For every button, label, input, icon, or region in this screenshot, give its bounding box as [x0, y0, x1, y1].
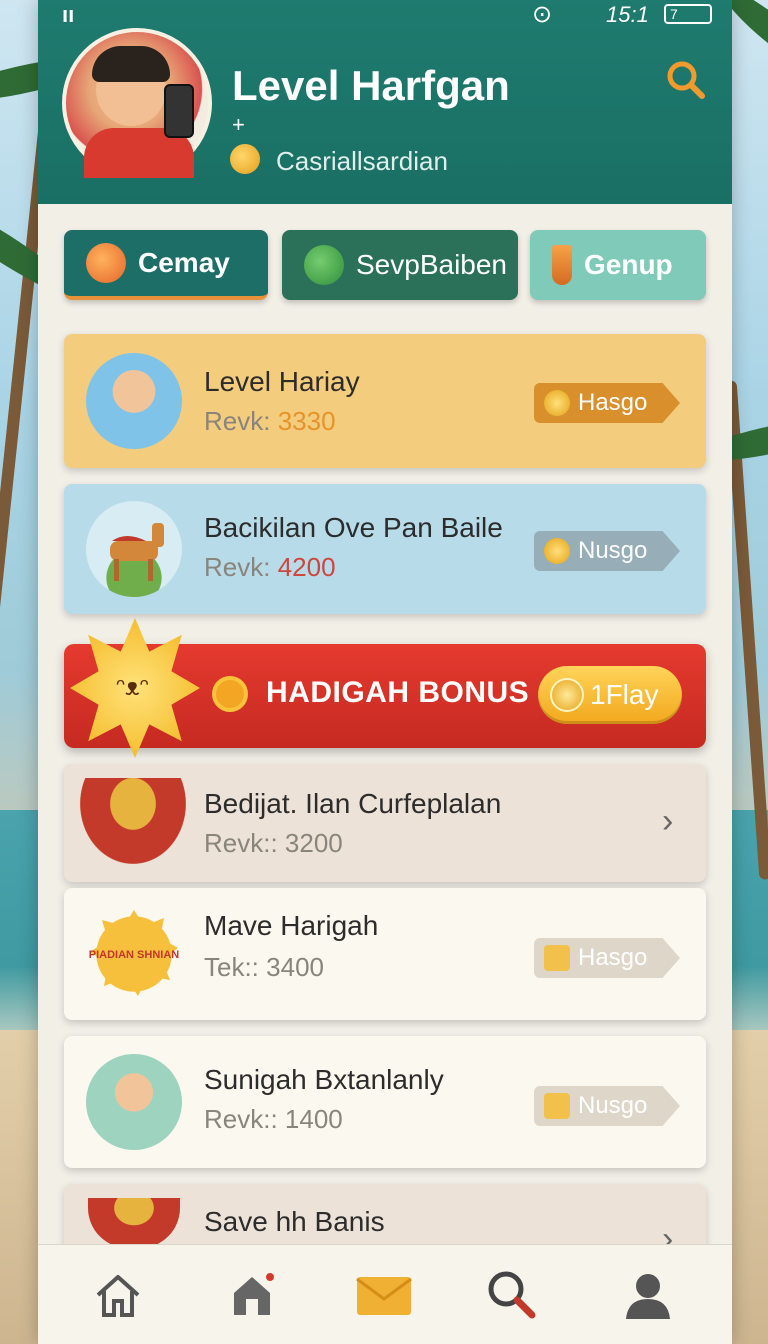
store-icon — [234, 1271, 276, 1315]
search-button[interactable] — [664, 58, 708, 102]
coin-icon — [550, 678, 584, 712]
avatar[interactable] — [62, 28, 212, 178]
search-icon — [667, 61, 705, 99]
tab-label: Genup — [584, 249, 673, 280]
shell-icon — [86, 243, 126, 283]
list-item[interactable]: Bacikilan Ove Pan Baile Revk: 4200 Nusgo — [64, 484, 706, 614]
tab-label: SevpBaiben — [356, 249, 508, 280]
play-label: 1Flay — [590, 679, 659, 710]
deer-thumbnail — [86, 501, 182, 597]
star-icon — [544, 538, 570, 564]
list-item[interactable]: PIADIAN SHNIAN Mave Harigah Tek:: 3400 H… — [64, 888, 706, 1020]
action-label: Nusgo — [578, 1092, 648, 1119]
tab-genup[interactable]: Genup — [530, 230, 706, 300]
item-meta: Revk:: 3200 — [204, 828, 343, 859]
action-label: Hasgo — [578, 944, 648, 971]
search-icon — [488, 1271, 536, 1319]
battery-icon: 7 — [664, 4, 712, 24]
app-panel: Level Harfgan + Casriallsardian Cemay Se… — [38, 0, 732, 1344]
item-title: Sunigah Bxtanlanly — [204, 1064, 444, 1095]
sale-badge-text: PIADIAN SHNIAN — [89, 949, 180, 961]
tab-cemay[interactable]: Cemay — [64, 230, 268, 300]
profile-icon — [626, 1274, 670, 1319]
item-meta: Revk:: 1400 — [204, 1104, 343, 1135]
item-title: Bacikilan Ove Pan Baile — [204, 512, 503, 543]
tab-sevpbaiben[interactable]: SevpBaiben — [282, 230, 518, 300]
chevron-right-icon[interactable]: › — [662, 802, 673, 841]
meta-label: Revk: — [204, 552, 271, 582]
mail-icon — [356, 1277, 412, 1315]
gift-icon — [544, 945, 570, 971]
plant-icon — [304, 245, 344, 285]
plus-icon: + — [232, 112, 245, 137]
meta-label: Revk: — [204, 406, 271, 436]
hasgo-button[interactable]: Hasgo — [534, 383, 680, 423]
item-title: Bedijat. Ilan Curfeplalan — [204, 788, 502, 819]
nav-profile[interactable] — [620, 1267, 676, 1323]
status-bar: ıı ⊙ 15:1 7 — [0, 0, 768, 28]
boy-thumbnail — [86, 1054, 182, 1150]
item-meta: Revk: 3330 — [204, 406, 336, 437]
meta-label: Revk:: — [204, 828, 278, 858]
status-time: 15:1 — [606, 2, 649, 27]
page-title: Level Harfgan — [232, 62, 510, 109]
page-subtitle: Casriallsardian — [276, 146, 448, 176]
meta-value: 3200 — [284, 828, 343, 858]
gift-icon — [544, 1093, 570, 1119]
sale-badge-thumbnail: PIADIAN SHNIAN — [86, 906, 182, 1002]
item-title: Save hh Banis — [204, 1206, 385, 1237]
nav-store[interactable] — [224, 1267, 280, 1323]
sun-icon — [212, 676, 248, 712]
item-title: Mave Harigah — [204, 910, 379, 941]
action-label: Nusgo — [578, 537, 648, 564]
nav-mail[interactable] — [354, 1267, 414, 1323]
bonus-banner[interactable]: ᵔᴥᵔ HADIGAH BONUS 1Flay — [64, 618, 706, 758]
home-icon — [96, 1275, 140, 1317]
bonus-title: HADIGAH BONUS — [266, 676, 530, 709]
item-title: Level Hariay — [204, 366, 360, 397]
food-bowl-thumbnail — [80, 778, 186, 864]
lightbulb-icon — [230, 144, 260, 174]
signal-icon: ıı — [62, 2, 75, 27]
nusgo-button[interactable]: Nusgo — [534, 531, 680, 571]
list-item[interactable]: Sunigah Bxtanlanly Revk:: 1400 Nusgo — [64, 1036, 706, 1168]
meta-label: Tek:: — [204, 952, 259, 982]
profile-header: Level Harfgan + Casriallsardian — [38, 0, 732, 204]
list-item[interactable]: Level Hariay Revk: 3330 Hasgo — [64, 334, 706, 468]
play-button[interactable]: 1Flay — [538, 666, 682, 724]
nusgo-button[interactable]: Nusgo — [534, 1086, 680, 1126]
item-meta: Revk: 4200 — [204, 552, 336, 583]
category-tabs: Cemay SevpBaiben Genup — [64, 230, 706, 302]
tab-label: Cemay — [138, 247, 230, 278]
item-meta: Tek:: 3400 — [204, 952, 324, 983]
nav-search[interactable] — [484, 1267, 540, 1323]
hasgo-button[interactable]: Hasgo — [534, 938, 680, 978]
meta-value: 1400 — [284, 1104, 343, 1134]
meta-label: Revk:: — [204, 1104, 278, 1134]
nav-home[interactable] — [90, 1267, 146, 1323]
action-label: Hasgo — [578, 389, 648, 416]
boy-thumbnail — [86, 353, 182, 449]
meta-value: 4200 — [277, 552, 336, 582]
bottom-nav — [38, 1244, 732, 1344]
food-bowl-thumbnail — [88, 1198, 180, 1248]
alarm-icon: ⊙ — [532, 1, 553, 28]
meta-value: 3330 — [277, 406, 336, 436]
cone-icon — [552, 245, 572, 285]
meta-value: 3400 — [266, 952, 324, 982]
list-item[interactable]: Bedijat. Ilan Curfeplalan Revk:: 3200 › — [64, 764, 706, 882]
coin-icon — [544, 390, 570, 416]
mascot-face: ᵔᴥᵔ — [116, 674, 149, 701]
